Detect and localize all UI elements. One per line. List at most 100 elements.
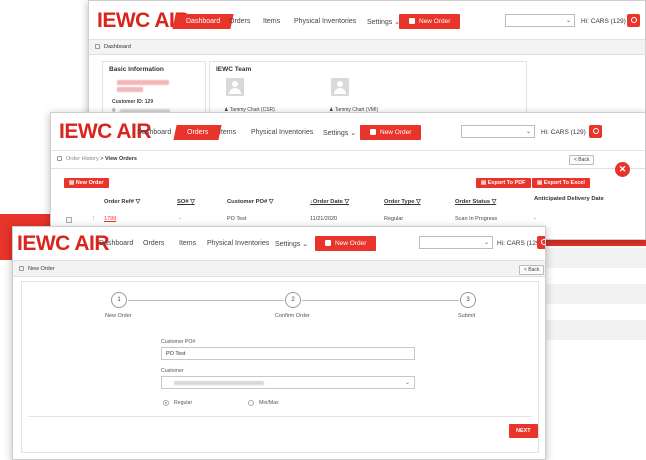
breadcrumb-parent[interactable]: Order History (66, 156, 99, 162)
chevron-down-icon: ⌄ (350, 130, 357, 137)
new-order-button[interactable]: New Order (315, 236, 377, 251)
nav-settings[interactable]: Settings ⌄ (275, 240, 308, 248)
avatar (331, 78, 349, 96)
nav-dashboard[interactable]: Dashboard (137, 129, 171, 136)
col-order-status[interactable]: Order Status ▽ (455, 199, 496, 205)
nav-physical-inventories[interactable]: Physical Inventories (207, 240, 269, 247)
nav-dashboard[interactable]: Dashboard (172, 14, 234, 29)
radio-regular[interactable] (163, 400, 169, 406)
document-icon (325, 240, 331, 246)
cell-customer-po: PO Test (227, 216, 247, 222)
cell-so: - (179, 216, 181, 222)
document-icon (370, 129, 376, 135)
greeting: Hi: CARS (129) (497, 240, 542, 247)
account-select[interactable]: ⌄ (505, 14, 575, 27)
close-icon[interactable]: ✕ (615, 162, 630, 177)
row-menu-icon[interactable]: ⋮ (91, 216, 97, 222)
chevron-down-icon: ⌄ (565, 18, 571, 24)
breadcrumb: Order History > View Orders (51, 151, 645, 169)
step-line (302, 300, 459, 301)
nav-physical-inventories[interactable]: Physical Inventories (251, 129, 313, 136)
new-order-form-card: 1 2 3 New Order Confirm Order Submit Cus… (21, 281, 539, 453)
redacted-customer (174, 381, 264, 385)
col-so[interactable]: SO# ▽ (177, 199, 195, 205)
customer-po-input[interactable]: PO Test (161, 347, 415, 360)
new-order-nav: IEWC AIR Dashboard Orders Items Physical… (13, 227, 545, 261)
nav-orders[interactable]: Orders (173, 125, 223, 140)
export-pdf-button[interactable]: ▤ Export To PDF (476, 178, 531, 188)
col-order-date[interactable]: ↓Order Date ▽ (310, 199, 349, 205)
team-title: IEWC Team (216, 66, 252, 73)
filter-icon[interactable]: ▽ (136, 199, 140, 205)
screenshot-stage: IEWC AIR Dashboard Orders Items Physical… (0, 0, 646, 460)
greeting: Hi: CARS (129) (581, 18, 626, 25)
nav-physical-inventories[interactable]: Physical Inventories (294, 18, 356, 25)
step-2: 2 (285, 292, 301, 308)
nav-orders[interactable]: Orders (143, 240, 164, 247)
back-button[interactable]: < Back (569, 155, 595, 165)
filter-icon[interactable]: ▽ (345, 199, 349, 205)
new-order-window: IEWC AIR Dashboard Orders Items Physical… (12, 226, 546, 460)
pdf-icon: ▤ (481, 180, 487, 186)
brand-logo: IEWC AIR (17, 232, 110, 255)
account-select[interactable]: ⌄ (461, 125, 535, 138)
customer-label: Customer (161, 368, 184, 374)
expand-row-icon[interactable] (66, 217, 72, 223)
excel-icon: ▤ (537, 180, 543, 186)
radio-minmax[interactable] (248, 400, 254, 406)
redacted-company (117, 80, 169, 85)
orders-nav: IEWC AIR Dashboard Orders Items Physical… (51, 113, 645, 151)
nav-dashboard[interactable]: Dashboard (99, 240, 133, 247)
chevron-down-icon: ⌄ (525, 129, 531, 135)
breadcrumb-current: View Orders (104, 156, 137, 162)
radio-regular-label: Regular (174, 400, 193, 406)
home-icon (19, 266, 24, 271)
divider (28, 416, 532, 417)
filter-icon[interactable]: ▽ (269, 199, 273, 205)
filter-icon[interactable]: ▽ (416, 199, 420, 205)
user-icon[interactable] (537, 236, 545, 249)
export-excel-button[interactable]: ▤ Export To Excel (532, 178, 590, 188)
step-1-label: New Order (105, 313, 132, 319)
col-customer-po[interactable]: Customer PO# ▽ (227, 199, 273, 205)
new-order-button[interactable]: New Order (360, 125, 422, 140)
breadcrumb: New Order (13, 261, 545, 277)
nav-settings[interactable]: Settings ⌄ (367, 18, 400, 26)
back-button[interactable]: < Back (519, 265, 545, 275)
nav-items[interactable]: Items (219, 129, 236, 136)
filter-icon[interactable]: ▽ (492, 199, 496, 205)
nav-orders[interactable]: Orders (229, 18, 250, 25)
user-icon[interactable] (589, 125, 602, 138)
step-3: 3 (460, 292, 476, 308)
customer-id: Customer ID: 129 (112, 99, 154, 105)
table-row (546, 284, 646, 304)
col-delivery-date: Anticipated Delivery Date (534, 196, 604, 202)
nav-items[interactable]: Items (263, 18, 280, 25)
basic-info-title: Basic Information (109, 66, 164, 73)
filter-icon[interactable]: ▽ (190, 199, 194, 205)
nav-items[interactable]: Items (179, 240, 196, 247)
order-ref-link[interactable]: 1799 (104, 216, 116, 222)
user-icon[interactable] (627, 14, 640, 27)
customer-select[interactable]: ⌄ (161, 376, 415, 389)
document-icon (409, 18, 415, 24)
step-2-label: Confirm Order (275, 313, 310, 319)
col-order-type[interactable]: Order Type ▽ (384, 199, 421, 205)
redacted-company-2 (117, 87, 143, 92)
chevron-down-icon: ⌄ (404, 380, 410, 386)
dashboard-window: IEWC AIR Dashboard Orders Items Physical… (88, 0, 646, 124)
document-icon: ▤ (69, 180, 75, 186)
new-order-button[interactable]: New Order (399, 14, 461, 29)
nav-settings[interactable]: Settings ⌄ (323, 129, 356, 137)
col-order-ref[interactable]: Order Ref# ▽ (104, 199, 140, 205)
account-select[interactable]: ⌄ (419, 236, 493, 249)
new-order-small-button[interactable]: ▤ New Order (64, 178, 109, 188)
next-button[interactable]: NEXT (509, 424, 538, 438)
cell-order-type: Regular (384, 216, 404, 222)
step-1: 1 (111, 292, 127, 308)
chevron-down-icon: ⌄ (483, 240, 489, 246)
table-row (546, 320, 646, 340)
orders-window: IEWC AIR Dashboard Orders Items Physical… (50, 112, 646, 240)
home-icon (95, 44, 100, 49)
table-row (546, 248, 646, 268)
